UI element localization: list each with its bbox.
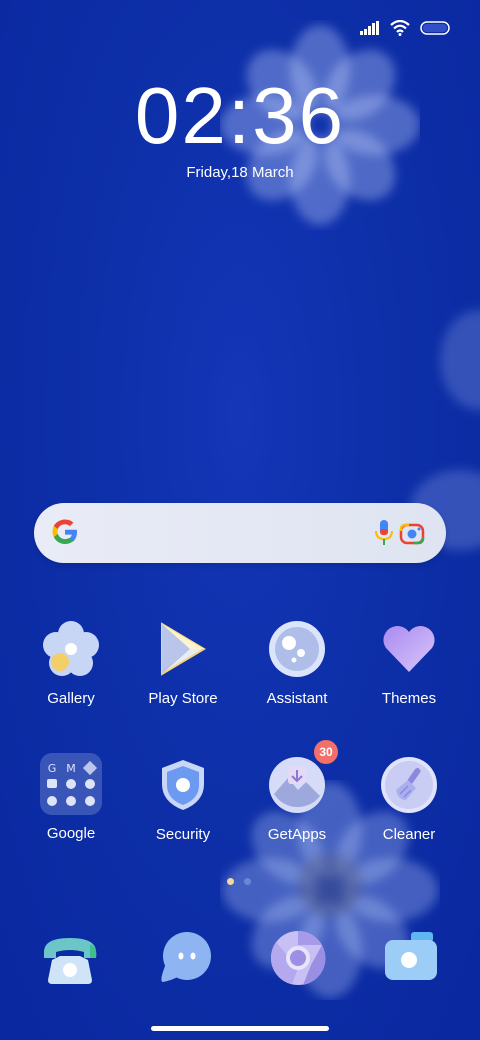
home-indicator[interactable] — [151, 1026, 329, 1031]
mic-icon[interactable] — [374, 519, 394, 547]
cleaner-broom-icon — [380, 756, 438, 814]
wifi-icon — [390, 20, 410, 36]
app-cleaner[interactable]: Cleaner — [354, 756, 464, 843]
app-label: Cleaner — [382, 826, 436, 843]
app-google-folder[interactable]: G M Google — [16, 753, 126, 842]
chrome-icon[interactable] — [268, 928, 328, 988]
clock-date[interactable]: Friday,18 March — [0, 164, 480, 181]
app-gallery[interactable]: Gallery — [16, 620, 126, 707]
app-getapps[interactable]: 30 GetApps — [242, 740, 352, 843]
page-dot-active[interactable] — [227, 878, 234, 885]
messages-icon[interactable] — [155, 928, 215, 988]
app-label: Google — [46, 825, 96, 842]
getapps-icon: 30 — [268, 740, 338, 814]
app-label: Gallery — [47, 690, 95, 707]
app-label: Assistant — [266, 690, 328, 707]
themes-icon — [380, 620, 438, 678]
status-bar — [360, 14, 450, 42]
battery-icon — [420, 21, 450, 35]
gallery-icon — [42, 620, 100, 678]
page-dot[interactable] — [244, 878, 251, 885]
phone-icon[interactable] — [40, 930, 100, 990]
app-label: Play Store — [148, 690, 218, 707]
app-themes[interactable]: Themes — [354, 620, 464, 707]
notification-badge: 30 — [314, 740, 338, 764]
app-label: Security — [155, 826, 211, 843]
app-assistant[interactable]: Assistant — [242, 620, 352, 707]
security-shield-icon — [154, 756, 212, 814]
app-label: GetApps — [267, 826, 327, 843]
app-play-store[interactable]: Play Store — [128, 620, 238, 707]
assistant-icon — [268, 620, 326, 678]
app-label: Themes — [381, 690, 437, 707]
page-indicator[interactable] — [227, 878, 251, 885]
app-security[interactable]: Security — [128, 756, 238, 843]
google-search-bar[interactable] — [34, 503, 446, 563]
camera-icon[interactable] — [381, 928, 441, 988]
svg-text:G: G — [48, 762, 57, 775]
google-folder-icon: G M — [40, 753, 102, 815]
play-store-icon — [154, 620, 212, 678]
svg-text:M: M — [66, 762, 76, 775]
lens-icon[interactable] — [399, 521, 425, 545]
signal-icon — [360, 21, 379, 35]
clock-time[interactable]: 02:36 — [0, 70, 480, 162]
google-g-icon — [52, 519, 77, 544]
